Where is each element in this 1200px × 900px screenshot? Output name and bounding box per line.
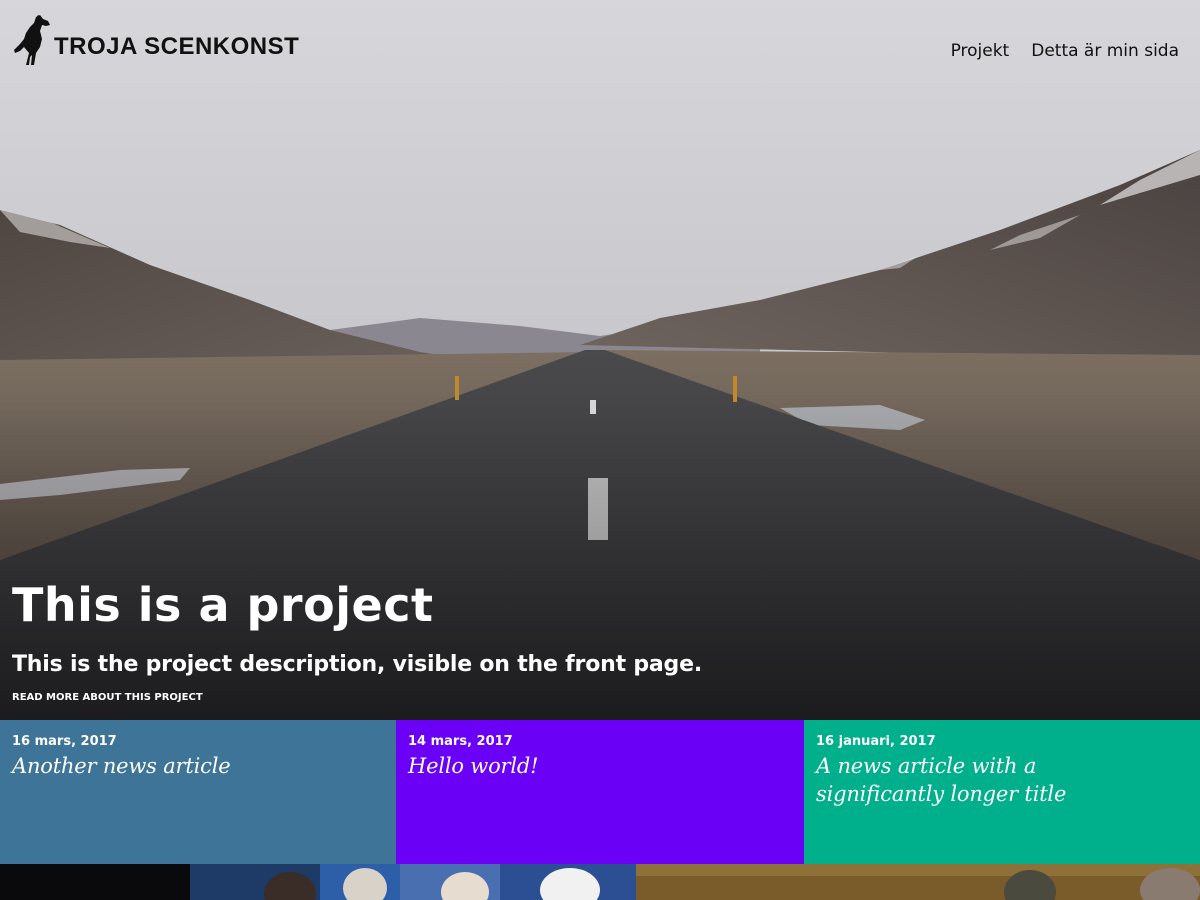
news-date: 16 mars, 2017 [12,734,117,749]
hero-banner: TROJA SCENKONST Projekt Detta är min sid… [0,0,1200,720]
project-photo-thumbnails [0,864,1200,900]
news-date: 16 januari, 2017 [816,734,936,749]
news-card[interactable]: 16 mars, 2017 Another news article [0,720,396,864]
site-logo[interactable]: TROJA SCENKONST [12,12,299,68]
news-title: Another news article [12,754,231,778]
project-photo-row [0,864,1200,900]
news-title: A news article with a significantly long… [816,754,1067,806]
hero-title: This is a project [12,578,434,632]
news-list: 16 mars, 2017 Another news article 14 ma… [0,720,1200,864]
news-title: Hello world! [408,754,539,778]
news-card[interactable]: 16 januari, 2017 A news article with a s… [804,720,1200,864]
news-date: 14 mars, 2017 [408,734,513,749]
main-nav: Projekt Detta är min sida [951,41,1179,61]
nav-item-my-page[interactable]: Detta är min sida [1031,41,1179,61]
rearing-horse-icon [14,15,50,65]
hero-description: This is the project description, visible… [12,652,702,677]
read-more-link[interactable]: READ MORE ABOUT THIS PROJECT [12,692,203,703]
logo-text: TROJA SCENKONST [54,33,300,60]
news-card[interactable]: 14 mars, 2017 Hello world! [396,720,804,864]
nav-item-projekt[interactable]: Projekt [951,41,1010,61]
